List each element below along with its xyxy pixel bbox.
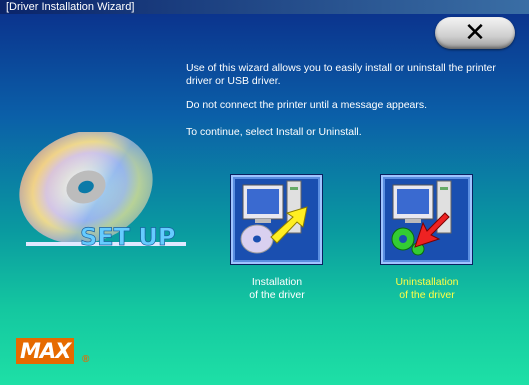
title-bar: [Driver Installation Wizard] [0,0,529,14]
uninstall-label-line1: Uninstallation [395,276,459,288]
window-title: [Driver Installation Wizard] [6,1,135,13]
intro-text-3: To continue, select Install or Uninstall… [186,126,362,138]
uninstall-label[interactable]: Uninstallation of the driver [367,276,487,302]
close-icon: ✕ [464,18,486,48]
uninstall-label-line2: of the driver [399,289,455,301]
registered-mark: ® [82,354,90,365]
uninstall-icon [391,180,452,256]
install-icon [240,180,308,254]
intro-text-2: Do not connect the printer until a messa… [186,99,428,111]
install-label-line1: Installation [251,276,303,288]
install-label[interactable]: Installation of the driver [217,276,337,302]
max-logo: MAX [16,338,75,364]
setup-text: SET UP [80,223,175,251]
install-driver-button[interactable] [231,175,322,264]
close-button[interactable]: ✕ [435,17,515,49]
wizard-window: [Driver Installation Wizard] ✕ Use of th… [0,0,529,385]
intro-text-1: Use of this wizard allows you to easily … [186,62,496,87]
cd-setup-artwork: SET UP [19,132,186,251]
uninstall-driver-button[interactable] [381,175,472,264]
install-label-line2: of the driver [249,289,305,301]
